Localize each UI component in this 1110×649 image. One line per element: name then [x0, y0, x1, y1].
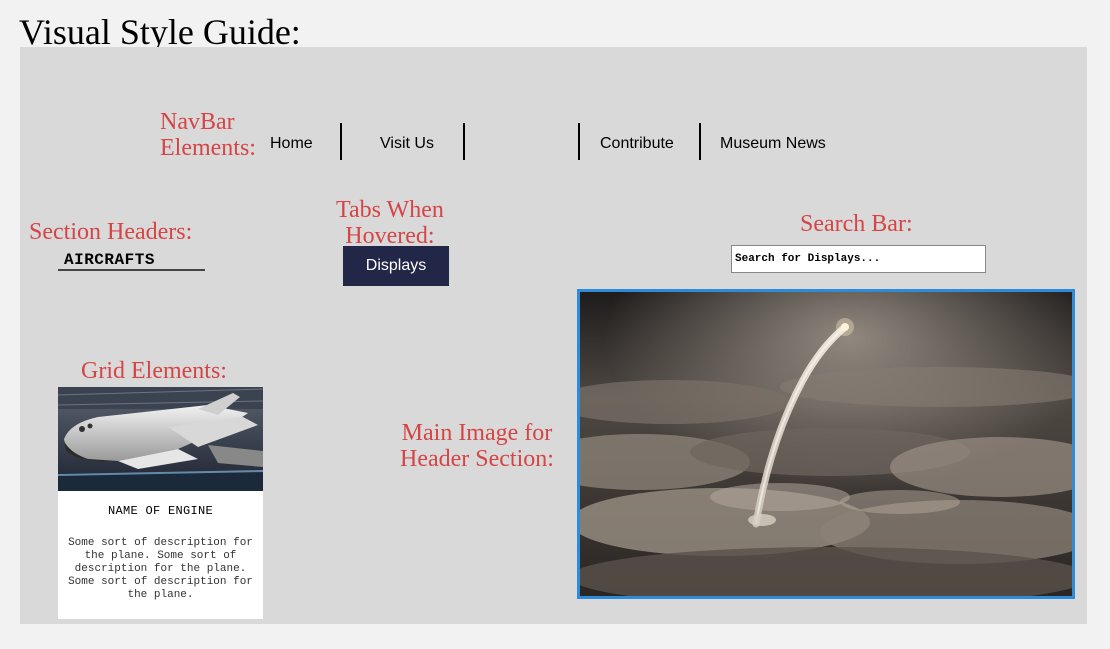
header-main-image: [577, 289, 1075, 599]
nav-divider: [463, 123, 465, 160]
navbar-label-line2: Elements:: [160, 135, 256, 161]
tab-displays-hovered[interactable]: Displays: [343, 246, 449, 286]
nav-item-museum-news[interactable]: Museum News: [720, 135, 826, 153]
main-image-label-line1: Main Image for: [401, 420, 553, 446]
search-bar-label: Search Bar:: [800, 211, 913, 237]
nav-item-home[interactable]: Home: [270, 135, 313, 153]
search-input[interactable]: [731, 245, 986, 273]
section-headers-label: Section Headers:: [29, 219, 193, 245]
main-image-label: Main Image for Header Section:: [400, 420, 554, 472]
nav-item-contribute[interactable]: Contribute: [600, 135, 674, 153]
rocket-launch-clouds-image: [580, 292, 1072, 596]
navbar-elements-label: NavBar Elements:: [160, 109, 256, 161]
nav-divider: [340, 123, 342, 160]
card-title: NAME OF ENGINE: [107, 504, 214, 518]
grid-card[interactable]: NAME OF ENGINE Some sort of description …: [58, 387, 263, 619]
navbar-label-line1: NavBar: [160, 109, 235, 135]
tabs-label-line1: Tabs When: [336, 197, 444, 223]
nav-divider: [699, 123, 701, 160]
nav-item-visit-us[interactable]: Visit Us: [380, 135, 434, 153]
section-header-aircrafts: AIRCRAFTS: [58, 249, 205, 271]
main-image-label-line2: Header Section:: [400, 446, 554, 472]
card-description: Some sort of description for the plane. …: [68, 537, 253, 601]
nav-divider: [578, 123, 580, 160]
style-guide-panel: NavBar Elements: Home Visit Us Contribut…: [20, 47, 1087, 624]
tabs-hovered-label: Tabs When Hovered:: [336, 197, 444, 249]
grid-elements-label: Grid Elements:: [81, 358, 227, 384]
space-shuttle-image: [58, 387, 263, 491]
